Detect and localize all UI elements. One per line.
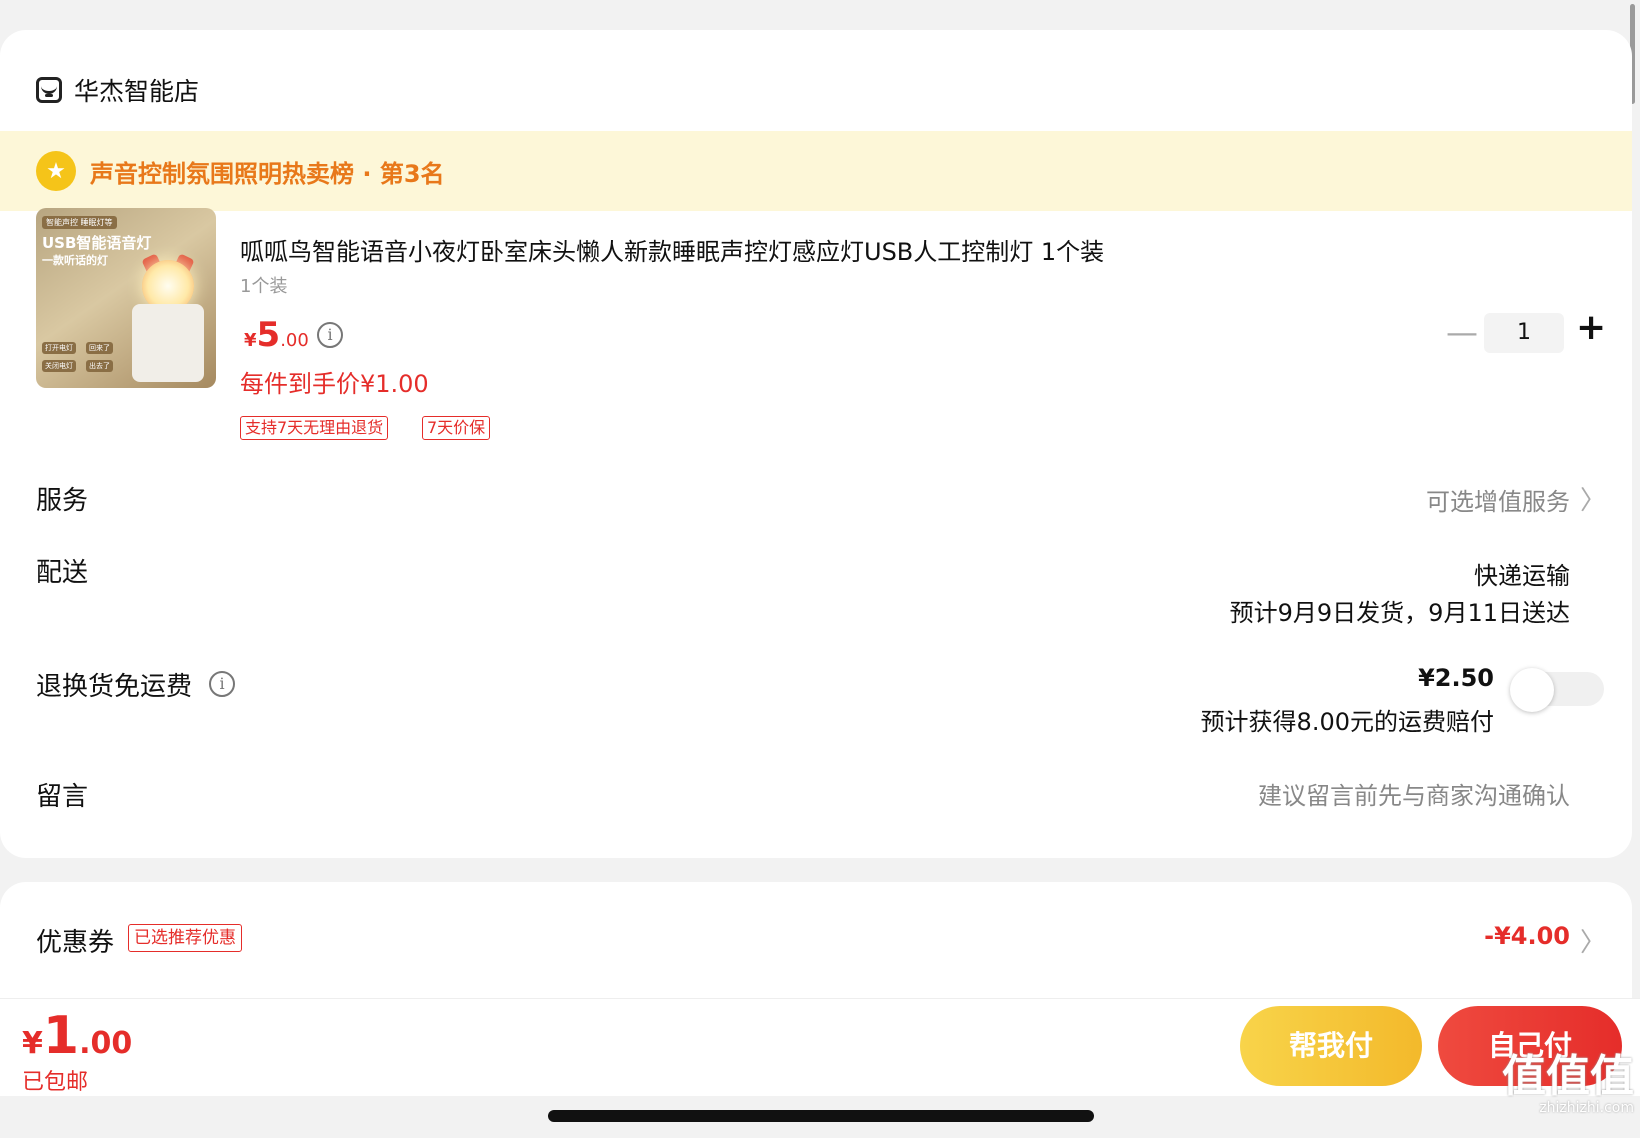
final-price: 每件到手价¥1.00 bbox=[240, 370, 429, 398]
badge-price-protect: 7天价保 bbox=[422, 416, 491, 440]
watermark-logo: 值值值 bbox=[1502, 1051, 1634, 1102]
trophy-icon: ★ bbox=[36, 151, 76, 191]
image-button: 打开电灯 bbox=[42, 342, 76, 354]
price-integer: 5 bbox=[256, 315, 281, 355]
image-button: 出去了 bbox=[86, 360, 113, 372]
message-label: 留言 bbox=[36, 782, 89, 812]
return-shipping-price: ¥2.50 bbox=[1418, 664, 1494, 692]
return-shipping-label: 退换货免运费 bbox=[36, 672, 193, 702]
product-price: ¥ 5 .00 bbox=[244, 315, 309, 355]
price-decimal: .00 bbox=[280, 330, 309, 351]
image-tag: 智能声控 睡眠灯等 bbox=[42, 216, 117, 229]
store-name: 华杰智能店 bbox=[74, 77, 200, 106]
toggle-knob bbox=[1510, 668, 1554, 712]
product-image[interactable]: 智能声控 睡眠灯等 USB智能语音灯 一款听话的灯 打开电灯 回来了 关闭电灯 … bbox=[36, 208, 216, 388]
return-shipping-info-icon[interactable]: i bbox=[209, 671, 235, 697]
quantity-minus-button[interactable]: — bbox=[1446, 316, 1478, 348]
badge-no-reason-return: 支持7天无理由退货 bbox=[240, 416, 389, 440]
message-input[interactable]: 建议留言前先与商家沟通确认 bbox=[1258, 776, 1570, 811]
coupon-chevron-icon[interactable]: 〉 bbox=[1580, 922, 1606, 959]
delivery-label: 配送 bbox=[36, 558, 89, 588]
quantity-input[interactable]: 1 bbox=[1484, 313, 1564, 353]
coupon-tag: 已选推荐优惠 bbox=[128, 924, 242, 952]
price-info-icon[interactable]: i bbox=[317, 322, 343, 348]
home-indicator[interactable] bbox=[548, 1110, 1094, 1122]
product-variant[interactable]: 1个装 bbox=[240, 272, 287, 298]
help-pay-button[interactable]: 帮我付 bbox=[1240, 1006, 1422, 1086]
total-decimal: .00 bbox=[79, 1026, 133, 1061]
coupon-label: 优惠券 bbox=[36, 928, 115, 958]
store-icon bbox=[36, 77, 62, 103]
socket-cube bbox=[132, 304, 204, 382]
total-currency: ¥ bbox=[22, 1026, 43, 1061]
service-chevron-icon[interactable]: 〉 bbox=[1580, 480, 1606, 517]
store-header[interactable]: 华杰智能店 bbox=[36, 70, 199, 110]
return-shipping-note: 预计获得8.00元的运费赔付 bbox=[1200, 708, 1494, 736]
service-value[interactable]: 可选增值服务 bbox=[1426, 482, 1570, 517]
shipping-note: 已包邮 bbox=[22, 1070, 89, 1095]
delivery-method: 快递运输 bbox=[1474, 562, 1570, 590]
image-button: 回来了 bbox=[86, 342, 113, 354]
total-integer: 1 bbox=[42, 1006, 80, 1066]
rank-text: 声音控制氛围照明热卖榜 · 第3名 bbox=[90, 159, 445, 188]
quantity-plus-button[interactable]: + bbox=[1576, 310, 1606, 346]
image-subtitle: 一款听话的灯 bbox=[42, 254, 108, 267]
image-button: 关闭电灯 bbox=[42, 360, 76, 372]
price-currency: ¥ bbox=[244, 330, 257, 351]
return-shipping-toggle[interactable] bbox=[1510, 668, 1604, 712]
delivery-estimate: 预计9月9日发货，9月11日送达 bbox=[1229, 599, 1570, 627]
product-title[interactable]: 呱呱鸟智能语音小夜灯卧室床头懒人新款睡眠声控灯感应灯USB人工控制灯 1个装 bbox=[240, 232, 1104, 267]
watermark: 值值值 zhizhizhi.com bbox=[1502, 1051, 1634, 1117]
image-title: USB智能语音灯 bbox=[42, 234, 152, 252]
watermark-url: zhizhizhi.com bbox=[1539, 1100, 1634, 1116]
coupon-value[interactable]: -¥4.00 bbox=[1484, 922, 1570, 950]
service-label: 服务 bbox=[36, 486, 89, 516]
total-price: ¥ 1 .00 bbox=[22, 1008, 132, 1064]
rank-banner[interactable]: ★ 声音控制氛围照明热卖榜 · 第3名 bbox=[0, 131, 1632, 211]
